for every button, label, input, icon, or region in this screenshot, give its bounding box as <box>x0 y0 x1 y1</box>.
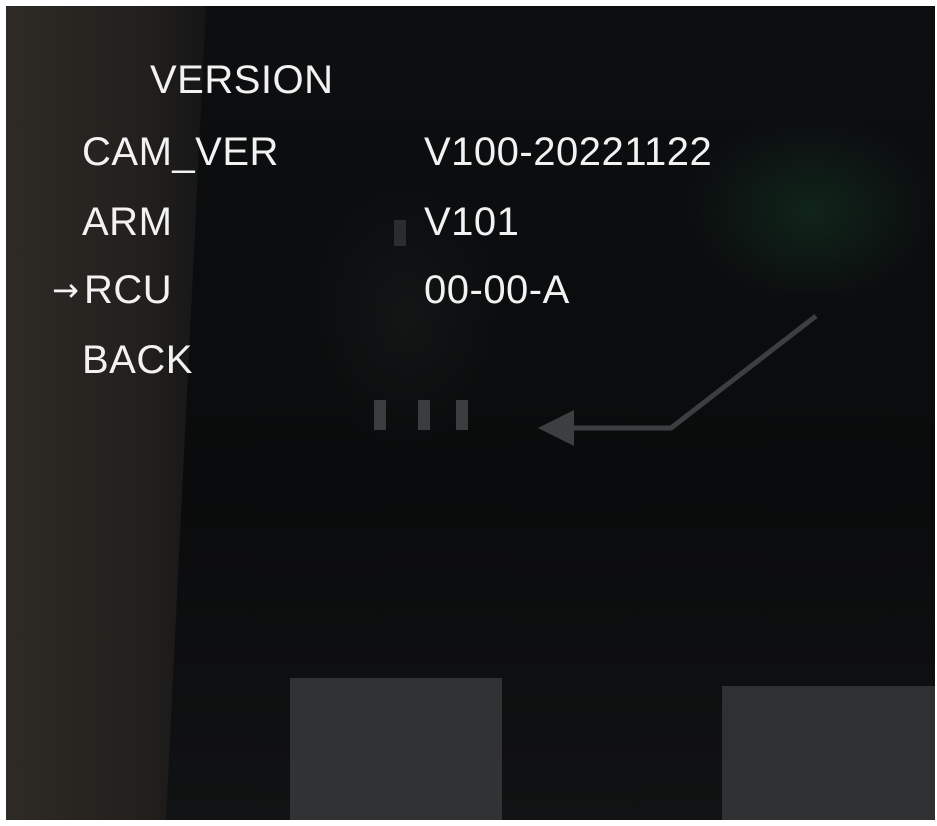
background-light-block <box>722 686 935 820</box>
selection-arrow-icon: → <box>52 271 79 309</box>
menu-title: VERSION <box>150 58 334 102</box>
menu-item-label: RCU <box>84 268 173 312</box>
camera-monitor-screen: VERSION CAM_VER V100-20221122 ARM V101 →… <box>6 6 935 820</box>
menu-item-label: BACK <box>82 338 193 382</box>
background-dash-mark <box>456 400 468 430</box>
background-dash-mark <box>394 220 406 246</box>
background-arrow-graphic <box>538 314 818 446</box>
background-dash-mark <box>418 400 430 430</box>
photo-frame: VERSION CAM_VER V100-20221122 ARM V101 →… <box>0 0 937 826</box>
background-dash-mark <box>374 400 386 430</box>
menu-item-label: CAM_VER <box>82 130 279 174</box>
menu-item-value: V100-20221122 <box>424 130 713 174</box>
menu-item-label: ARM <box>82 200 173 244</box>
menu-item-value: 00-00-A <box>424 268 570 312</box>
background-light-block <box>290 678 502 820</box>
background-green-glow <box>686 116 935 306</box>
menu-item-value: V101 <box>424 200 520 244</box>
